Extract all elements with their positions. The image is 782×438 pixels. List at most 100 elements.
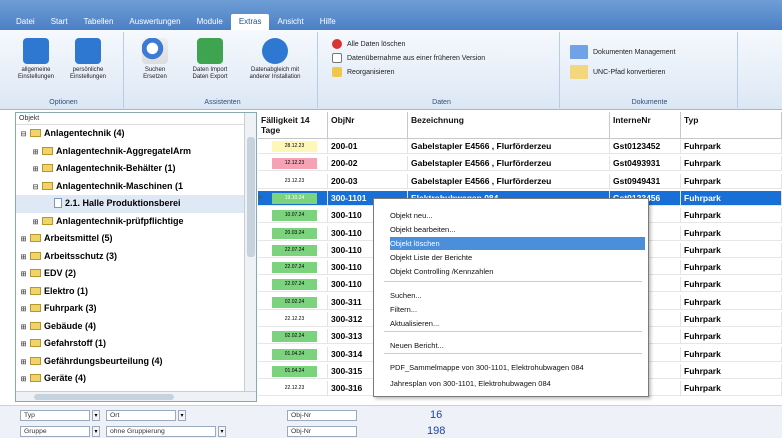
tree-node[interactable]: ⊞ EDV (2) — [16, 265, 244, 283]
tab-extras[interactable]: Extras — [230, 14, 270, 30]
search-replace-button[interactable]: Suchen Ersetzen — [133, 38, 177, 81]
collapse-icon[interactable]: ⊟ — [32, 179, 39, 196]
due-cell[interactable]: 01.04.24 — [258, 346, 328, 362]
bez-cell[interactable]: Gabelstapler E4566 , Flurförderzeu — [408, 156, 610, 172]
due-cell[interactable]: 22.07.24 — [258, 242, 328, 258]
personal-settings-button[interactable]: persönliche Einstellungen — [66, 38, 110, 81]
typ-cell[interactable]: Fuhrpark — [681, 346, 782, 362]
group-field-3[interactable]: Gruppe — [20, 426, 90, 437]
typ-cell[interactable]: Fuhrpark — [681, 225, 782, 241]
tree-horizontal-scrollbar[interactable] — [16, 391, 256, 401]
context-menu-item[interactable]: Objekt neu... — [390, 209, 645, 222]
tree-node[interactable]: ⊞ Arbeitsmittel (5) — [16, 230, 244, 248]
objnr-cell[interactable]: 200-01 — [328, 139, 408, 154]
tree-node[interactable]: ⊞ Gefahrstoff (1) — [16, 335, 244, 353]
tree-node[interactable]: ⊟ Anlagentechnik (4) — [16, 125, 244, 143]
due-cell[interactable]: 22.07.24 — [258, 277, 328, 293]
expand-icon[interactable]: ⊞ — [20, 319, 27, 336]
context-menu-item[interactable]: Filtern... — [390, 303, 645, 316]
typ-cell[interactable]: Fuhrpark — [681, 381, 782, 397]
context-menu-item[interactable]: Objekt bearbeiten... — [390, 223, 645, 236]
expand-icon[interactable]: ⊞ — [20, 284, 27, 301]
table-row[interactable]: 12.12.23 200-02 Gabelstapler E4566 , Flurf… — [258, 156, 782, 172]
dropdown-arrow-icon[interactable]: ▾ — [92, 426, 100, 437]
internnr-cell[interactable]: Gst0493931 — [610, 156, 681, 172]
data-transfer-item[interactable]: Datenübernahme aus einer früheren Versio… — [332, 52, 485, 64]
dropdown-arrow-icon[interactable]: ▾ — [218, 426, 226, 437]
data-sync-button[interactable]: Datenabgleich mit anderer Installation — [245, 38, 305, 81]
collapse-icon[interactable]: ⊟ — [20, 126, 27, 143]
expand-icon[interactable]: ⊞ — [20, 371, 27, 388]
due-cell[interactable]: 20.03.24 — [258, 225, 328, 241]
table-row[interactable]: 23.12.23 200-03 Gabelstapler E4566 , Flurf… — [258, 173, 782, 189]
context-menu-item[interactable]: PDF_Sammelmappe von 300-1101, Elektrohub… — [390, 361, 645, 374]
typ-cell[interactable]: Fuhrpark — [681, 156, 782, 172]
header-faelligkeit[interactable]: Fälligkeit 14 Tage — [258, 112, 328, 139]
tree-node[interactable]: ⊞ Anlagentechnik-prüfpflichtige — [16, 213, 244, 231]
context-menu-item[interactable]: Objekt Liste der Berichte — [390, 251, 645, 264]
tree-node[interactable]: ⊞ Anlagentechnik-Behälter (1) — [16, 160, 244, 178]
due-cell[interactable]: 01.04.24 — [258, 363, 328, 379]
expand-icon[interactable]: ⊞ — [20, 266, 27, 283]
tree-horizontal-thumb[interactable] — [34, 394, 174, 400]
internnr-cell[interactable]: Gst0949431 — [610, 173, 681, 189]
typ-cell[interactable]: Fuhrpark — [681, 242, 782, 258]
objnr-cell[interactable]: 200-03 — [328, 173, 408, 189]
tab-datei[interactable]: Datei — [8, 14, 43, 30]
tree-node[interactable]: ⊞ Fuhrpark (3) — [16, 300, 244, 318]
tab-hilfe[interactable]: Hilfe — [312, 14, 344, 30]
internnr-cell[interactable]: Gst0123452 — [610, 139, 681, 154]
tree-node[interactable]: ⊞ Gebäude (4) — [16, 318, 244, 336]
tab-module[interactable]: Module — [189, 14, 231, 30]
tree-node[interactable]: ⊞ Elektro (1) — [16, 283, 244, 301]
document-management-item[interactable]: Dokumenten Management — [570, 45, 676, 59]
due-cell[interactable]: 02.02.24 — [258, 294, 328, 310]
tree-node[interactable]: ⊞ Arbeitsschutz (3) — [16, 248, 244, 266]
context-menu-item[interactable]: Jahresplan von 300-1101, Elektrohubwagen… — [390, 377, 645, 390]
delete-all-data-item[interactable]: Alle Daten löschen — [332, 38, 405, 50]
reorganize-item[interactable]: Reorganisieren — [332, 66, 394, 78]
expand-icon[interactable]: ⊞ — [20, 336, 27, 353]
tab-start[interactable]: Start — [43, 14, 76, 30]
tree-vertical-scrollbar[interactable] — [244, 113, 256, 401]
expand-icon[interactable]: ⊞ — [20, 249, 27, 266]
due-cell[interactable]: 23.12.23 — [258, 173, 328, 189]
dropdown-arrow-icon[interactable]: ▾ — [178, 410, 186, 421]
due-cell[interactable]: 22.12.23 — [258, 312, 328, 327]
typ-cell[interactable]: Fuhrpark — [681, 294, 782, 310]
typ-cell[interactable]: Fuhrpark — [681, 208, 782, 224]
due-cell[interactable]: 28.12.23 — [258, 139, 328, 154]
header-internenr[interactable]: InterneNr — [610, 112, 681, 139]
typ-cell[interactable]: Fuhrpark — [681, 329, 782, 345]
typ-cell[interactable]: Fuhrpark — [681, 173, 782, 189]
header-typ[interactable]: Typ — [681, 112, 782, 139]
objnr-cell[interactable]: 200-02 — [328, 156, 408, 172]
typ-cell[interactable]: Fuhrpark — [681, 312, 782, 327]
tree-node[interactable]: ⊞ Geräte (4) — [16, 370, 244, 388]
expand-icon[interactable]: ⊞ — [20, 301, 27, 318]
typ-cell[interactable]: Fuhrpark — [681, 190, 782, 206]
due-cell[interactable]: 10.07.24 — [258, 208, 328, 224]
due-cell[interactable]: ▸ 19.10.24 — [258, 190, 328, 206]
sort-field-2[interactable]: Obj-Nr — [287, 426, 357, 437]
group-field-1[interactable]: Typ — [20, 410, 90, 421]
expand-icon[interactable]: ⊞ — [20, 354, 27, 371]
header-objnr[interactable]: ObjNr — [328, 112, 408, 139]
due-cell[interactable]: 02.02.24 — [258, 329, 328, 345]
tree-node[interactable]: ⊟ Anlagentechnik-Maschinen (1 — [16, 178, 244, 196]
dropdown-arrow-icon[interactable]: ▾ — [92, 410, 100, 421]
context-menu-item[interactable]: Objekt löschen — [390, 237, 645, 250]
import-export-button[interactable]: Daten Import Daten Export — [188, 38, 232, 81]
tree-node[interactable]: ⊞ Anlagentechnik-AggregateIArm — [16, 143, 244, 161]
expand-icon[interactable]: ⊞ — [32, 161, 39, 178]
sort-field[interactable]: Obj-Nr — [287, 410, 357, 421]
bez-cell[interactable]: Gabelstapler E4566 , Flurförderzeu — [408, 139, 610, 154]
general-settings-button[interactable]: allgemeine Einstellungen — [14, 38, 58, 81]
context-menu-item[interactable]: Objekt Controlling /Kennzahlen — [390, 265, 645, 278]
table-row[interactable]: 28.12.23 200-01 Gabelstapler E4566 , Flurf… — [258, 139, 782, 154]
due-cell[interactable]: 22.12.23 — [258, 381, 328, 397]
due-cell[interactable]: 12.12.23 — [258, 156, 328, 172]
bez-cell[interactable]: Gabelstapler E4566 , Flurförderzeu — [408, 173, 610, 189]
expand-icon[interactable]: ⊞ — [20, 231, 27, 248]
grouping-field[interactable]: ohne Gruppierung — [106, 426, 216, 437]
